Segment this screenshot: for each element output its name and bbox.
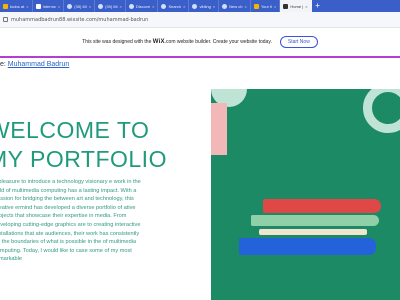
browser-tab[interactable]: Search × <box>158 0 190 12</box>
tab-favicon-icon <box>67 3 73 9</box>
tab-favicon-icon <box>161 3 167 9</box>
banner-text-before: This site was designed with the <box>82 39 153 45</box>
tab-label: Your fi <box>260 3 273 9</box>
tab-favicon-icon <box>222 3 228 9</box>
close-tab-icon[interactable]: × <box>120 4 122 9</box>
browser-tab[interactable]: Your fi × <box>251 0 281 12</box>
browser-tab[interactable]: (35) Mi × <box>95 0 126 12</box>
browser-tab[interactable]: New ch × <box>219 0 251 12</box>
close-tab-icon[interactable]: × <box>26 4 28 9</box>
tab-label: New ch <box>229 3 243 9</box>
author-link[interactable]: Muhammad Badrun <box>8 61 69 68</box>
page-title-line-1: WELCOME TO <box>0 117 150 143</box>
close-tab-icon[interactable]: × <box>245 4 247 9</box>
page-title-line-2: MY PORTFOLIO <box>0 146 167 172</box>
book-blue <box>239 238 376 255</box>
decor-mint-arc <box>363 89 400 133</box>
book-green <box>251 215 379 226</box>
banner-brand-suffix: .com <box>164 39 176 45</box>
book-red <box>263 199 381 213</box>
book-cream <box>259 229 367 235</box>
browser-tab-strip: todos at × Intermc × (35) Mi × (35) Mi × Dis… <box>0 0 400 12</box>
browser-tab[interactable]: Intermc × <box>33 0 65 12</box>
intro-paragraph: y pleasure to introduce a technology vis… <box>0 179 141 263</box>
browser-tab[interactable]: vibling × <box>189 0 220 12</box>
tab-label: (35) Mi <box>105 3 118 9</box>
tab-favicon-icon <box>128 3 134 9</box>
page-byline: e: Muhammad Badrun <box>0 61 69 68</box>
close-tab-icon[interactable]: × <box>183 4 185 9</box>
close-tab-icon[interactable]: × <box>274 4 276 9</box>
wix-promo-banner: This site was designed with the WiX.com … <box>0 28 400 58</box>
byline-prefix: e: <box>0 61 8 68</box>
browser-tab[interactable]: (35) Mi × <box>64 0 96 12</box>
decor-pink-shape <box>211 103 227 155</box>
close-tab-icon[interactable]: × <box>89 4 91 9</box>
browser-tab-active[interactable]: Home | × <box>280 0 312 12</box>
url-text[interactable]: muhammadbadrun88.wixsite.com/muhammad-ba… <box>11 17 148 23</box>
tab-favicon-icon <box>283 3 289 9</box>
tab-label: Discove <box>135 3 151 9</box>
tab-label: vibling <box>199 3 211 9</box>
address-bar[interactable]: muhammadbadrun88.wixsite.com/muhammad-ba… <box>0 12 400 28</box>
banner-text: This site was designed with the WiX.com … <box>82 39 272 45</box>
new-tab-button[interactable]: + <box>312 0 324 12</box>
close-tab-icon[interactable]: × <box>58 4 60 9</box>
close-tab-icon[interactable]: × <box>213 4 215 9</box>
tab-favicon-icon <box>192 3 198 9</box>
start-now-button[interactable]: Start Now <box>279 36 318 48</box>
close-tab-icon[interactable]: × <box>305 4 307 9</box>
tab-label: Search <box>168 3 182 9</box>
banner-text-after: website builder. Create your website tod… <box>175 39 272 45</box>
tab-favicon-icon <box>35 3 41 9</box>
tab-favicon-icon <box>253 3 259 9</box>
site-info-icon[interactable] <box>3 17 8 22</box>
tab-label: todos at <box>10 3 25 9</box>
tab-favicon-icon <box>98 3 104 9</box>
tab-label: Home | <box>290 3 304 9</box>
close-tab-icon[interactable]: × <box>152 4 154 9</box>
tab-favicon-icon <box>3 3 8 9</box>
page-title: WELCOME TO MY PORTFOLIO <box>0 116 167 174</box>
browser-tab[interactable]: Discove × <box>126 0 159 12</box>
browser-tab[interactable]: todos at × <box>0 0 33 12</box>
tab-label: (35) Mi <box>74 3 87 9</box>
tab-label: Intermc <box>42 3 56 9</box>
wix-logo[interactable]: WiX <box>153 39 165 45</box>
books-illustration <box>211 89 400 300</box>
